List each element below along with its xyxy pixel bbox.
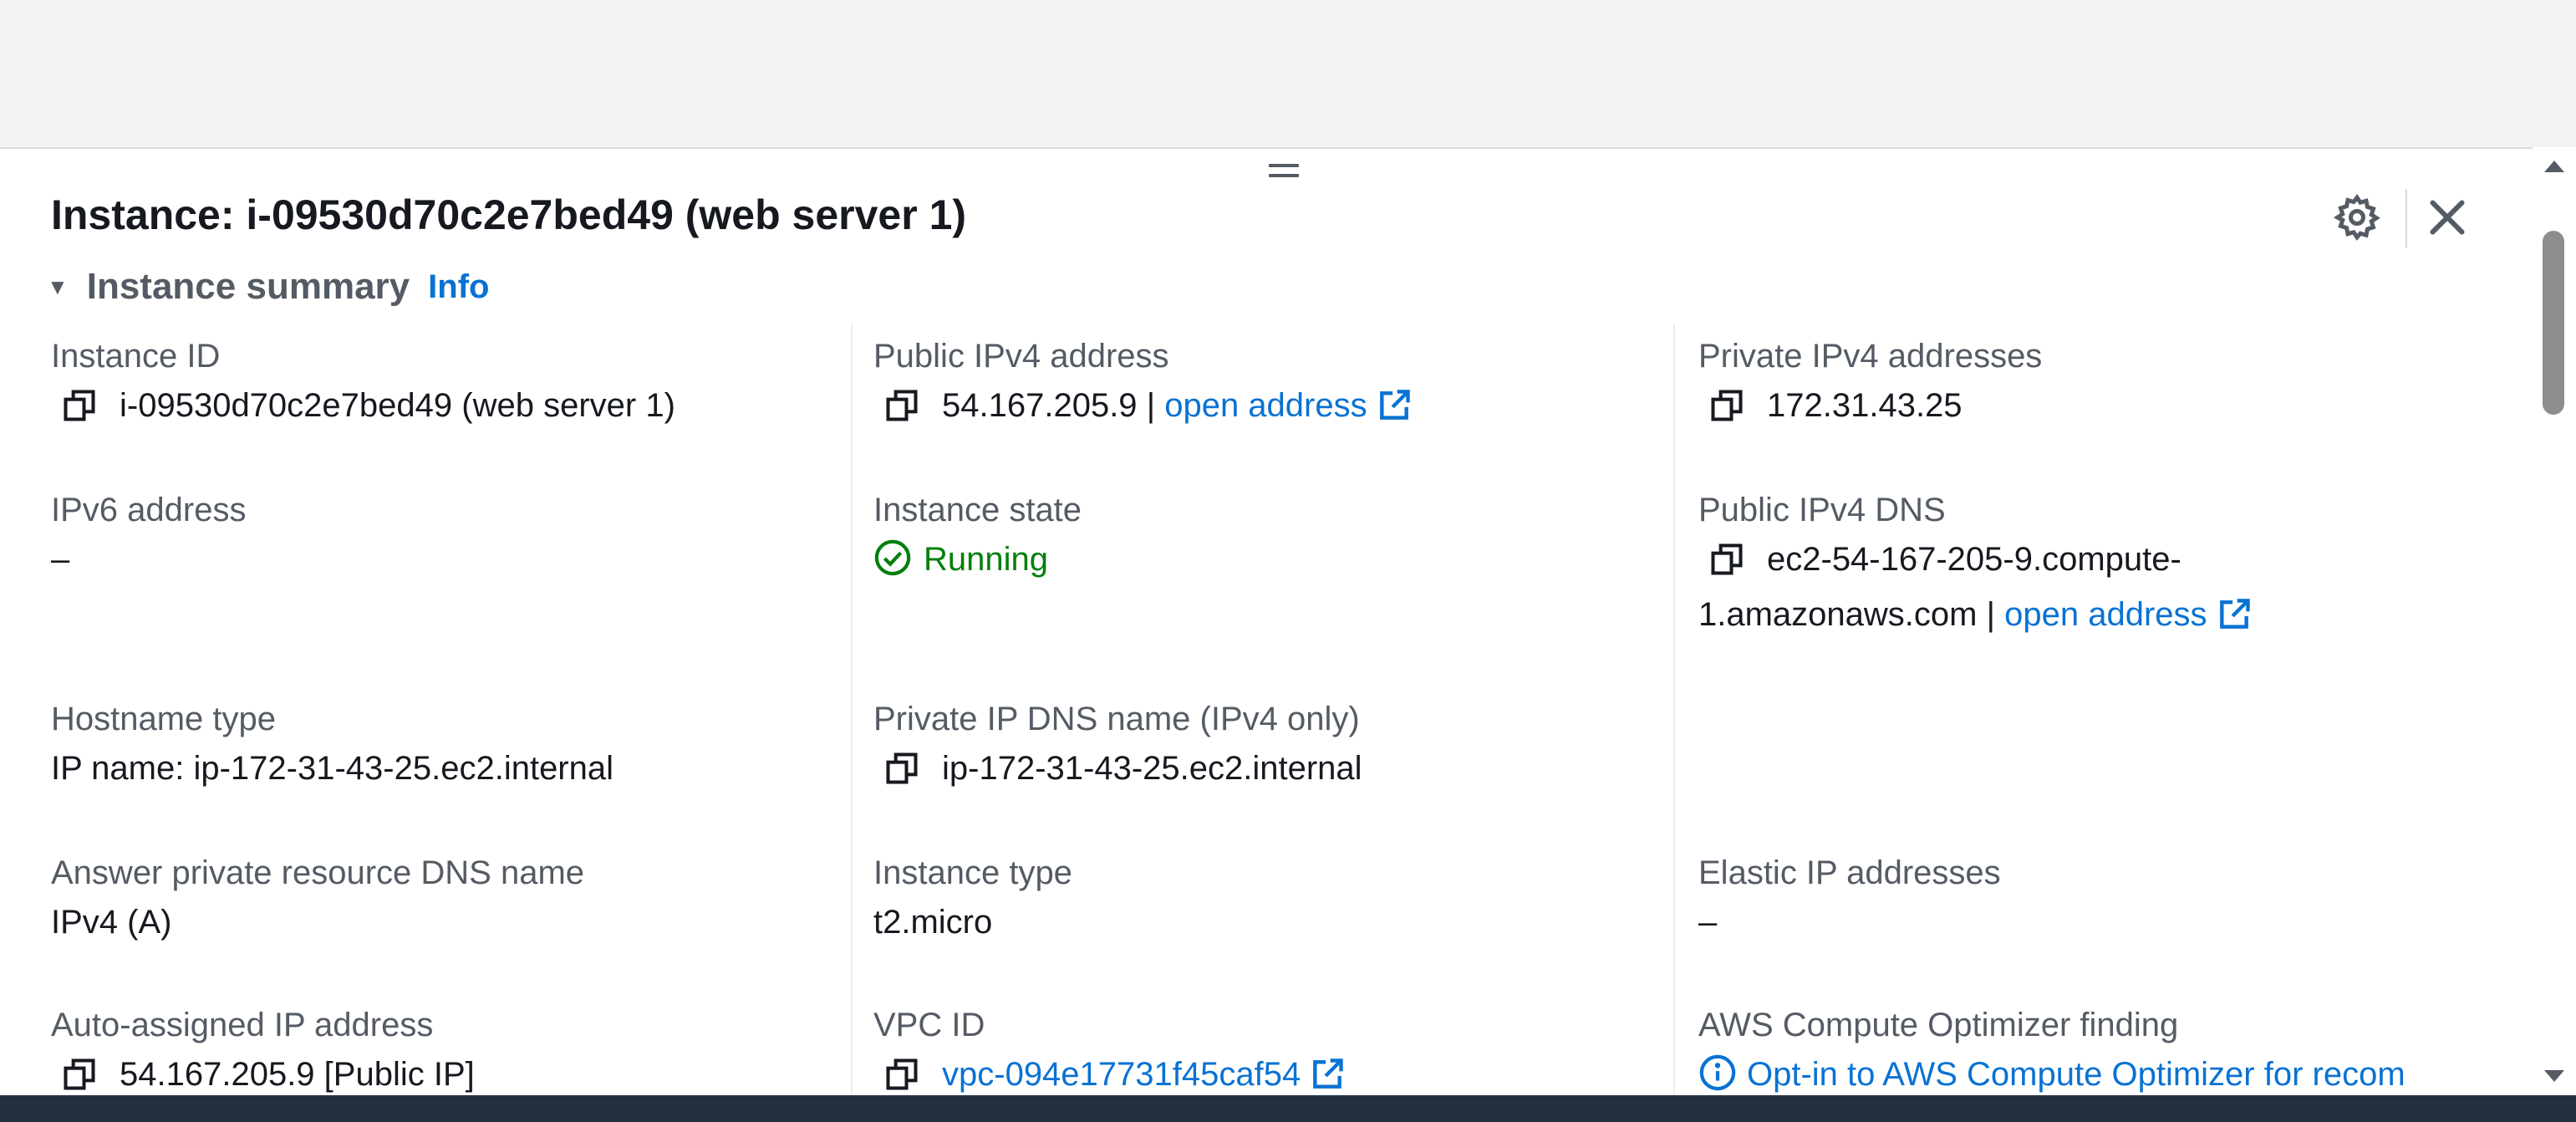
private-ipv4-value: 172.31.43.25	[1767, 387, 1963, 424]
field-label: Instance state	[873, 492, 1082, 528]
instance-id-value: i-09530d70c2e7bed49 (web server 1)	[120, 387, 675, 424]
panel-title: Instance: i-09530d70c2e7bed49 (web serve…	[51, 191, 967, 238]
field-value: vpc-094e17731f45caf54	[873, 1047, 1665, 1097]
compute-optimizer-link[interactable]: Opt-in to AWS Compute Optimizer for reco…	[1747, 1056, 2405, 1093]
field-elastic-ip: Elastic IP addresses –	[1698, 851, 2509, 950]
separator: |	[1986, 596, 1995, 633]
field-public-ipv4: Public IPv4 address 54.167.205.9 | open …	[873, 334, 1665, 433]
field-label: Public IPv4 address	[873, 338, 1169, 375]
field-instance-id: Instance ID i-09530d70c2e7bed49 (web ser…	[51, 334, 826, 433]
copy-icon[interactable]	[883, 748, 920, 785]
check-circle-icon	[873, 538, 912, 577]
elastic-ip-value: –	[1698, 904, 1718, 941]
instance-details-panel: Instance: i-09530d70c2e7bed49 (web serve…	[0, 147, 2576, 1097]
scroll-down-arrow-icon[interactable]	[2544, 1070, 2564, 1082]
instance-type-value: t2.micro	[873, 904, 993, 941]
open-address-link[interactable]: open address	[2004, 596, 2207, 633]
section-title: Instance summary	[86, 266, 410, 307]
info-link[interactable]: Info	[428, 268, 489, 306]
details-column-3: Private IPv4 addresses 172.31.43.25 Publ…	[1673, 324, 2534, 1097]
field-label: Hostname type	[51, 701, 277, 737]
open-address-link[interactable]: open address	[1164, 387, 1367, 424]
field-value: 54.167.205.9 [Public IP]	[51, 1047, 826, 1097]
field-value: ip-172-31-43-25.ec2.internal	[873, 741, 1665, 796]
top-background	[0, 0, 2576, 147]
field-ipv6: IPv6 address –	[51, 488, 826, 587]
field-value: i-09530d70c2e7bed49 (web server 1)	[51, 378, 826, 433]
scroll-up-arrow-icon[interactable]	[2544, 161, 2564, 172]
field-private-ipv4: Private IPv4 addresses 172.31.43.25	[1698, 334, 2509, 433]
scroll-thumb[interactable]	[2543, 231, 2564, 415]
field-label: Public IPv4 DNS	[1698, 492, 1946, 528]
field-compute-optimizer: AWS Compute Optimizer finding Opt-in to …	[1698, 1003, 2509, 1097]
field-private-dns: Private IP DNS name (IPv4 only) ip-172-3…	[873, 697, 1665, 796]
public-ipv4-value: 54.167.205.9	[942, 387, 1138, 424]
separator: |	[1146, 387, 1156, 424]
caret-down-icon[interactable]: ▼	[47, 274, 69, 300]
field-label: Private IPv4 addresses	[1698, 338, 2043, 375]
field-label: Answer private resource DNS name	[51, 854, 585, 891]
close-icon	[2430, 200, 2465, 235]
details-column-2: Public IPv4 address 54.167.205.9 | open …	[851, 324, 1690, 1097]
copy-icon[interactable]	[1708, 539, 1745, 576]
field-label: IPv6 address	[51, 492, 247, 528]
settings-icon	[2333, 193, 2380, 241]
private-dns-value: ip-172-31-43-25.ec2.internal	[942, 750, 1362, 787]
details-grid: Instance ID i-09530d70c2e7bed49 (web ser…	[0, 324, 2533, 1097]
close-button[interactable]	[2422, 192, 2472, 242]
field-public-dns: Public IPv4 DNS ec2-54-167-205-9.compute…	[1698, 488, 2501, 642]
vpc-id-link[interactable]: vpc-094e17731f45caf54	[942, 1056, 1301, 1093]
field-value: 54.167.205.9 | open address	[873, 378, 1665, 433]
field-label: Instance ID	[51, 338, 221, 375]
copy-icon[interactable]	[61, 1054, 98, 1091]
instance-state-value: Running	[924, 541, 1049, 578]
field-value: Opt-in to AWS Compute Optimizer for reco…	[1698, 1047, 2509, 1097]
info-icon	[1698, 1053, 1737, 1092]
auto-ip-value: 54.167.205.9 [Public IP]	[120, 1056, 475, 1093]
hostname-type-value: IP name: ip-172-31-43-25.ec2.internal	[51, 750, 614, 787]
field-label: Auto-assigned IP address	[51, 1007, 434, 1043]
copy-icon[interactable]	[61, 385, 98, 422]
header-divider	[2405, 189, 2407, 247]
external-link-icon[interactable]	[1376, 385, 1413, 422]
field-label: Private IP DNS name (IPv4 only)	[873, 701, 1360, 737]
resize-handle[interactable]	[1269, 164, 1299, 181]
field-value: ec2-54-167-205-9.compute-1.amazonaws.com…	[1698, 532, 2283, 642]
field-hostname-type: Hostname type IP name: ip-172-31-43-25.e…	[51, 697, 826, 796]
external-link-icon[interactable]	[1309, 1054, 1346, 1091]
ipv6-value: –	[51, 541, 70, 578]
field-value: 172.31.43.25	[1698, 378, 2509, 433]
footer-bar	[0, 1095, 2576, 1122]
field-label: AWS Compute Optimizer finding	[1698, 1007, 2179, 1043]
external-link-icon[interactable]	[2216, 594, 2253, 631]
field-label: VPC ID	[873, 1007, 985, 1043]
field-value: Running	[873, 532, 1665, 587]
field-instance-state: Instance state Running	[873, 488, 1665, 587]
field-label: Instance type	[873, 854, 1072, 891]
copy-icon[interactable]	[1708, 385, 1745, 422]
details-column-1: Instance ID i-09530d70c2e7bed49 (web ser…	[0, 324, 851, 1097]
vertical-scrollbar[interactable]	[2533, 147, 2576, 1095]
copy-icon[interactable]	[883, 1054, 920, 1091]
field-label: Elastic IP addresses	[1698, 854, 2001, 891]
answer-dns-value: IPv4 (A)	[51, 904, 172, 941]
field-auto-ip: Auto-assigned IP address 54.167.205.9 [P…	[51, 1003, 826, 1097]
field-vpc-id: VPC ID vpc-094e17731f45caf54	[873, 1003, 1665, 1097]
field-answer-dns: Answer private resource DNS name IPv4 (A…	[51, 851, 826, 950]
settings-button[interactable]	[2332, 192, 2382, 242]
copy-icon[interactable]	[883, 385, 920, 422]
section-header[interactable]: ▼ Instance summary Info	[47, 266, 489, 308]
field-instance-type: Instance type t2.micro	[873, 851, 1665, 950]
